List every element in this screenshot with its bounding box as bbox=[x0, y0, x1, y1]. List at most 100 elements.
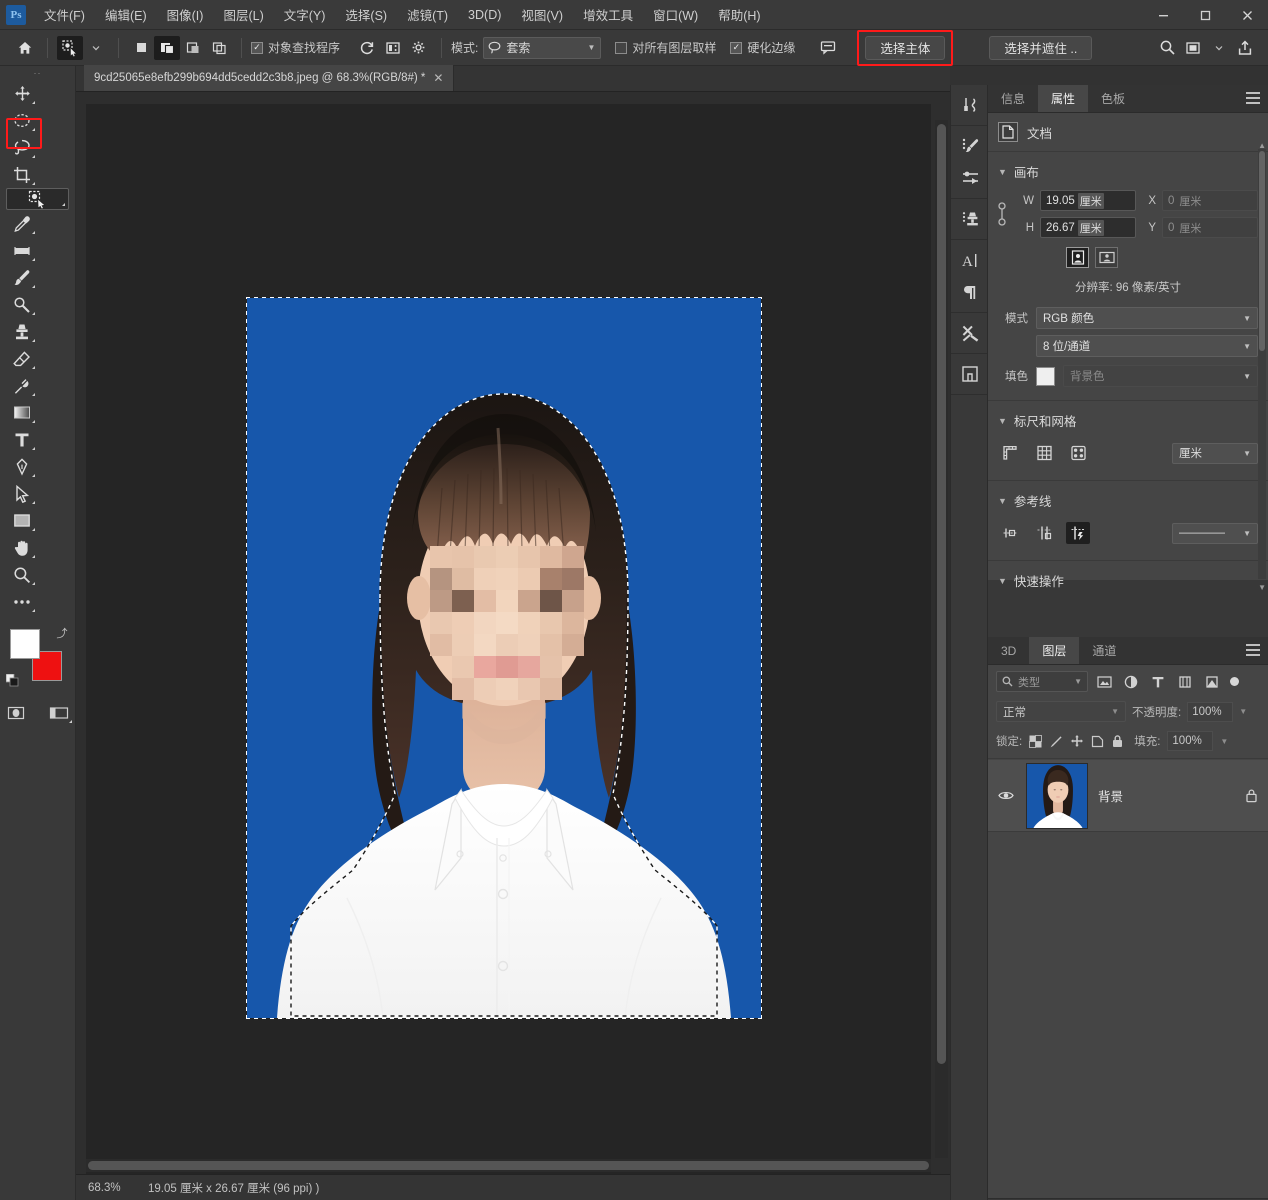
scroll-thumb[interactable] bbox=[1259, 151, 1265, 351]
sample-all-layers-checkbox[interactable]: 对所有图层取样 bbox=[615, 39, 716, 56]
color-mode-select[interactable]: RGB 颜色 ▼ bbox=[1036, 307, 1258, 329]
menu-edit[interactable]: 编辑(E) bbox=[95, 0, 157, 29]
tab-swatches[interactable]: 色板 bbox=[1088, 85, 1138, 112]
document-info[interactable]: 19.05 厘米 x 26.67 厘米 (96 ppi) ) bbox=[148, 1180, 319, 1196]
layer-row-background[interactable]: 背景 bbox=[988, 760, 1268, 832]
eraser-tool[interactable] bbox=[6, 345, 38, 372]
eye-icon[interactable] bbox=[998, 790, 1016, 801]
path-selection-tool[interactable] bbox=[6, 480, 38, 507]
select-subject-button[interactable]: 选择主体 bbox=[865, 36, 945, 60]
clone-stamp-tool[interactable] bbox=[6, 318, 38, 345]
canvas-workspace[interactable] bbox=[86, 104, 931, 1174]
scroll-down-icon[interactable]: ▼ bbox=[1258, 583, 1266, 592]
scroll-thumb[interactable] bbox=[88, 1161, 929, 1170]
screen-mode-button[interactable] bbox=[44, 699, 76, 726]
layer-filter-select[interactable]: 类型 ▼ bbox=[996, 671, 1088, 692]
scroll-up-icon[interactable]: ▲ bbox=[1258, 141, 1266, 150]
gradient-tool[interactable] bbox=[6, 399, 38, 426]
share-button[interactable] bbox=[1232, 36, 1258, 60]
quick-selection-tool[interactable] bbox=[6, 188, 69, 210]
fill-input[interactable]: 100% bbox=[1167, 731, 1213, 751]
brush-settings-button[interactable] bbox=[951, 130, 989, 162]
x-input[interactable]: 0 厘米 bbox=[1162, 190, 1258, 211]
horizontal-scrollbar[interactable] bbox=[86, 1159, 931, 1172]
minimize-button[interactable] bbox=[1142, 0, 1184, 30]
add-to-selection-mode[interactable] bbox=[154, 36, 180, 60]
scroll-thumb[interactable] bbox=[937, 124, 946, 1064]
tab-properties[interactable]: 属性 bbox=[1038, 85, 1088, 112]
landscape-orientation-button[interactable] bbox=[1095, 247, 1118, 268]
intersect-selection-mode[interactable] bbox=[206, 36, 232, 60]
menu-view[interactable]: 视图(V) bbox=[511, 0, 573, 29]
menu-plugins[interactable]: 增效工具 bbox=[573, 0, 643, 29]
guide-style-select[interactable]: ———— ▼ bbox=[1172, 523, 1258, 544]
tool-preset-dropdown[interactable] bbox=[83, 36, 109, 60]
crop-tool[interactable] bbox=[6, 161, 38, 188]
filter-smart-object-icon[interactable] bbox=[1201, 671, 1223, 692]
lock-all-icon[interactable] bbox=[1111, 734, 1124, 748]
rectangle-tool[interactable] bbox=[6, 507, 38, 534]
canvas-viewport[interactable] bbox=[76, 92, 950, 1174]
eyedropper-tool[interactable] bbox=[6, 210, 38, 237]
new-selection-mode[interactable] bbox=[128, 36, 154, 60]
lock-transparent-pixels-icon[interactable] bbox=[1029, 735, 1042, 748]
edit-toolbar-button[interactable] bbox=[6, 588, 38, 615]
tool-presets-button[interactable] bbox=[951, 317, 989, 349]
filter-pixel-icon[interactable] bbox=[1093, 671, 1115, 692]
ruler-unit-select[interactable]: 厘米 ▼ bbox=[1172, 443, 1258, 464]
elliptical-marquee-tool[interactable] bbox=[6, 107, 38, 134]
guides-section-title[interactable]: ▼ 参考线 bbox=[988, 487, 1268, 516]
document-tab[interactable]: 9cd25065e8efb299b694dd5cedd2c3b8.jpeg @ … bbox=[84, 65, 454, 91]
layers-panel-menu-icon[interactable] bbox=[1246, 644, 1260, 656]
snap-icon[interactable] bbox=[1066, 442, 1090, 464]
object-finder-checkbox[interactable]: ✓ 对象查找程序 bbox=[251, 39, 340, 56]
link-dimensions-icon[interactable] bbox=[996, 201, 1010, 227]
opacity-stepper[interactable]: ▼ bbox=[1239, 707, 1247, 716]
layer-thumbnail[interactable] bbox=[1026, 763, 1088, 829]
menu-3d[interactable]: 3D(D) bbox=[458, 3, 511, 27]
lock-position-icon[interactable] bbox=[1070, 734, 1084, 748]
tool-preset-picker[interactable] bbox=[57, 36, 83, 60]
filter-shape-icon[interactable] bbox=[1174, 671, 1196, 692]
subtract-from-selection-mode[interactable] bbox=[180, 36, 206, 60]
fill-select[interactable]: 背景色 ▼ bbox=[1063, 365, 1258, 387]
swap-colors-icon[interactable]: ⤴ bbox=[57, 625, 68, 641]
lock-icon[interactable] bbox=[1245, 788, 1258, 803]
libraries-panel-button[interactable] bbox=[951, 358, 989, 390]
arrange-dropdown[interactable] bbox=[1206, 36, 1232, 60]
close-button[interactable] bbox=[1226, 0, 1268, 30]
close-tab-icon[interactable]: ✕ bbox=[433, 71, 443, 85]
opacity-input[interactable]: 100% bbox=[1187, 702, 1233, 722]
tab-info[interactable]: 信息 bbox=[988, 85, 1038, 112]
portrait-orientation-button[interactable] bbox=[1066, 247, 1089, 268]
menu-type[interactable]: 文字(Y) bbox=[274, 0, 336, 29]
home-button[interactable] bbox=[12, 36, 38, 60]
brush-presets-button[interactable] bbox=[951, 162, 989, 194]
maximize-button[interactable] bbox=[1184, 0, 1226, 30]
move-tool[interactable] bbox=[6, 80, 38, 107]
grid-icon[interactable] bbox=[1032, 442, 1056, 464]
mode-select[interactable]: 套索 ▼ bbox=[483, 37, 601, 59]
frame-tool[interactable] bbox=[6, 237, 38, 264]
hard-edge-checkbox[interactable]: ✓ 硬化边缘 bbox=[730, 39, 795, 56]
menu-select[interactable]: 选择(S) bbox=[335, 0, 397, 29]
tab-channels[interactable]: 通道 bbox=[1079, 637, 1129, 664]
fill-stepper[interactable]: ▼ bbox=[1220, 737, 1228, 746]
menu-window[interactable]: 窗口(W) bbox=[643, 0, 708, 29]
rulers-icon[interactable] bbox=[998, 442, 1022, 464]
bit-depth-select[interactable]: 8 位/通道 ▼ bbox=[1036, 335, 1258, 357]
tab-3d[interactable]: 3D bbox=[988, 637, 1029, 664]
guide-horizontal-icon[interactable] bbox=[998, 522, 1022, 544]
quick-mask-mode-button[interactable] bbox=[0, 699, 32, 726]
zoom-level[interactable]: 68.3% bbox=[76, 1182, 148, 1194]
smart-guides-icon[interactable] bbox=[1066, 522, 1090, 544]
rulers-grid-section-title[interactable]: ▼ 标尺和网格 bbox=[988, 407, 1268, 436]
properties-panel-menu-icon[interactable] bbox=[1246, 92, 1260, 104]
arrange-documents-button[interactable] bbox=[1180, 36, 1206, 60]
brush-tool[interactable] bbox=[6, 264, 38, 291]
menu-help[interactable]: 帮助(H) bbox=[708, 0, 770, 29]
lock-image-pixels-icon[interactable] bbox=[1049, 735, 1063, 748]
tab-layers[interactable]: 图层 bbox=[1029, 637, 1079, 664]
foreground-color-swatch[interactable] bbox=[10, 629, 40, 659]
toolbar-grip[interactable]: ·· bbox=[0, 66, 75, 80]
